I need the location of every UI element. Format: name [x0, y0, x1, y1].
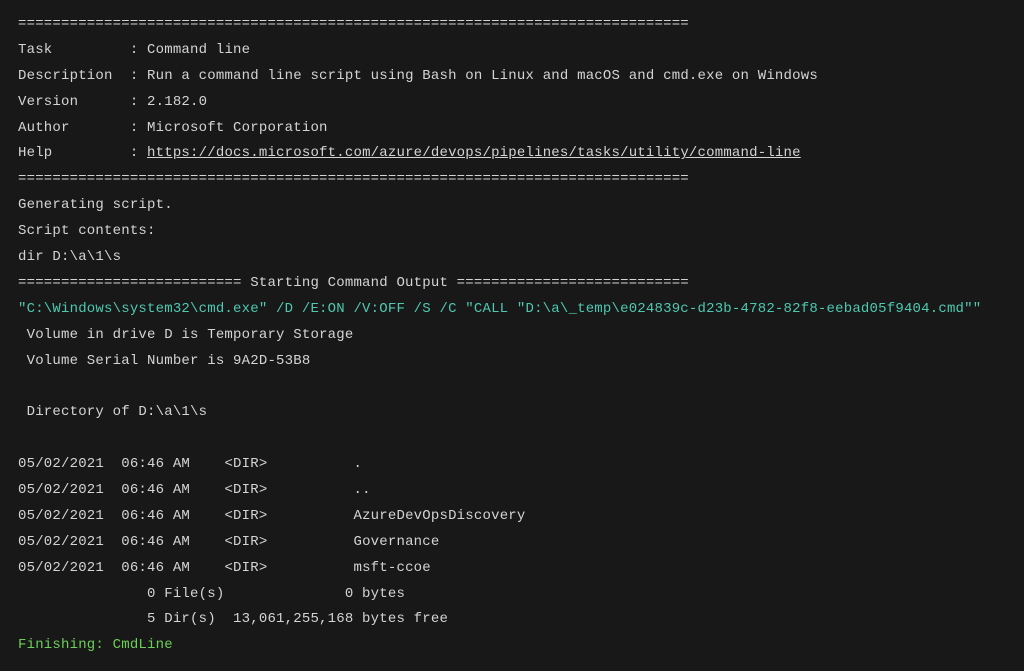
dir-entry: 05/02/2021 06:46 AM <DIR> ..: [18, 482, 371, 498]
help-link[interactable]: https://docs.microsoft.com/azure/devops/…: [147, 145, 801, 161]
desc-row: Description : Run a command line script …: [18, 68, 818, 84]
script-contents-label: Script contents:: [18, 223, 156, 239]
dir-entry: 05/02/2021 06:46 AM <DIR> .: [18, 456, 362, 472]
volume-line-2: Volume Serial Number is 9A2D-53B8: [18, 353, 310, 369]
author-row: Author : Microsoft Corporation: [18, 120, 328, 136]
directory-of: Directory of D:\a\1\s: [18, 404, 207, 420]
task-row: Task : Command line: [18, 42, 250, 58]
cmd-invocation: "C:\Windows\system32\cmd.exe" /D /E:ON /…: [18, 301, 981, 317]
summary-dirs: 5 Dir(s) 13,061,255,168 bytes free: [18, 611, 448, 627]
help-row: Help : https://docs.microsoft.com/azure/…: [18, 145, 801, 161]
volume-line-1: Volume in drive D is Temporary Storage: [18, 327, 353, 343]
version-row: Version : 2.182.0: [18, 94, 207, 110]
script-contents: dir D:\a\1\s: [18, 249, 121, 265]
finishing-line: Finishing: CmdLine: [18, 637, 173, 653]
dir-entry: 05/02/2021 06:46 AM <DIR> AzureDevOpsDis…: [18, 508, 526, 524]
dir-entry: 05/02/2021 06:46 AM <DIR> Governance: [18, 534, 439, 550]
generating-line: Generating script.: [18, 197, 173, 213]
dir-entry: 05/02/2021 06:46 AM <DIR> msft-ccoe: [18, 560, 431, 576]
summary-files: 0 File(s) 0 bytes: [18, 586, 405, 602]
console-output: ========================================…: [18, 12, 1006, 659]
divider: ========================================…: [18, 171, 689, 187]
divider: ========================================…: [18, 16, 689, 32]
starting-output-divider: ========================== Starting Comm…: [18, 275, 689, 291]
